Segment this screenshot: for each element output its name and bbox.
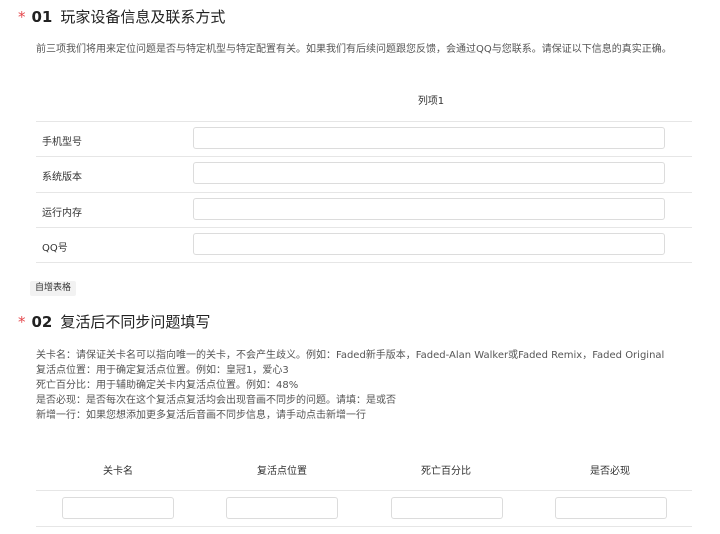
add-table-button[interactable]: 自增表格 <box>30 281 77 296</box>
table-row-divider <box>36 526 692 527</box>
system-version-input[interactable] <box>193 162 665 184</box>
description-line: 是否必现：是否每次在这个复活点复活均会出现音画不同步的问题。请填：是或否 <box>36 395 396 406</box>
required-mark: * <box>18 312 26 331</box>
column-header-1: 列项1 <box>417 96 445 107</box>
description-line: 死亡百分比：用于辅助确定关卡内复活点位置。例如：48% <box>36 380 299 391</box>
phone-model-input[interactable] <box>193 127 665 149</box>
description-line: 关卡名：请保证关卡名可以指向唯一的关卡，不会产生歧义。例如：Faded新手版本，… <box>36 350 665 361</box>
required-mark: * <box>18 7 26 26</box>
section-1-description: 前三项我们将用来定位问题是否与特定机型与特定配置有关。如果我们有后续问题跟您反馈… <box>36 44 672 55</box>
table-row: 手机型号 <box>36 121 692 156</box>
section-2-description: 关卡名：请保证关卡名可以指向唯一的关卡，不会产生歧义。例如：Faded新手版本，… <box>36 348 664 423</box>
checkpoint-input[interactable] <box>226 497 338 519</box>
table-bottom-divider <box>36 262 692 263</box>
always-reproduce-input[interactable] <box>555 497 667 519</box>
question-title: 玩家设备信息及联系方式 <box>60 8 226 26</box>
table-row: 系统版本 <box>36 156 692 191</box>
table-row: 运行内存 <box>36 192 692 227</box>
question-number: 01 <box>31 7 53 26</box>
death-percent-input[interactable] <box>391 497 503 519</box>
ram-input[interactable] <box>193 198 665 220</box>
column-header-always-reproduce: 是否必现 <box>590 466 630 477</box>
level-name-input[interactable] <box>62 497 174 519</box>
question-number: 02 <box>31 312 53 331</box>
column-header-level-name: 关卡名 <box>103 466 133 477</box>
table-header-divider <box>36 490 692 491</box>
section-2-title: * 02 复活后不同步问题填写 <box>18 311 210 332</box>
row-label: QQ号 <box>42 243 68 254</box>
table-row: QQ号 <box>36 227 692 262</box>
row-label: 系统版本 <box>42 172 82 183</box>
column-header-checkpoint: 复活点位置 <box>257 466 307 477</box>
section-1-title: * 01 玩家设备信息及联系方式 <box>18 6 225 27</box>
description-line: 新增一行：如果您想添加更多复活后音画不同步信息，请手动点击新增一行 <box>36 410 366 421</box>
qq-input[interactable] <box>193 233 665 255</box>
description-line: 复活点位置：用于确定复活点位置。例如：皇冠1，爱心3 <box>36 365 289 376</box>
row-label: 运行内存 <box>42 208 82 219</box>
row-label: 手机型号 <box>42 137 82 148</box>
column-header-death-percent: 死亡百分比 <box>421 466 471 477</box>
question-title: 复活后不同步问题填写 <box>60 313 211 331</box>
